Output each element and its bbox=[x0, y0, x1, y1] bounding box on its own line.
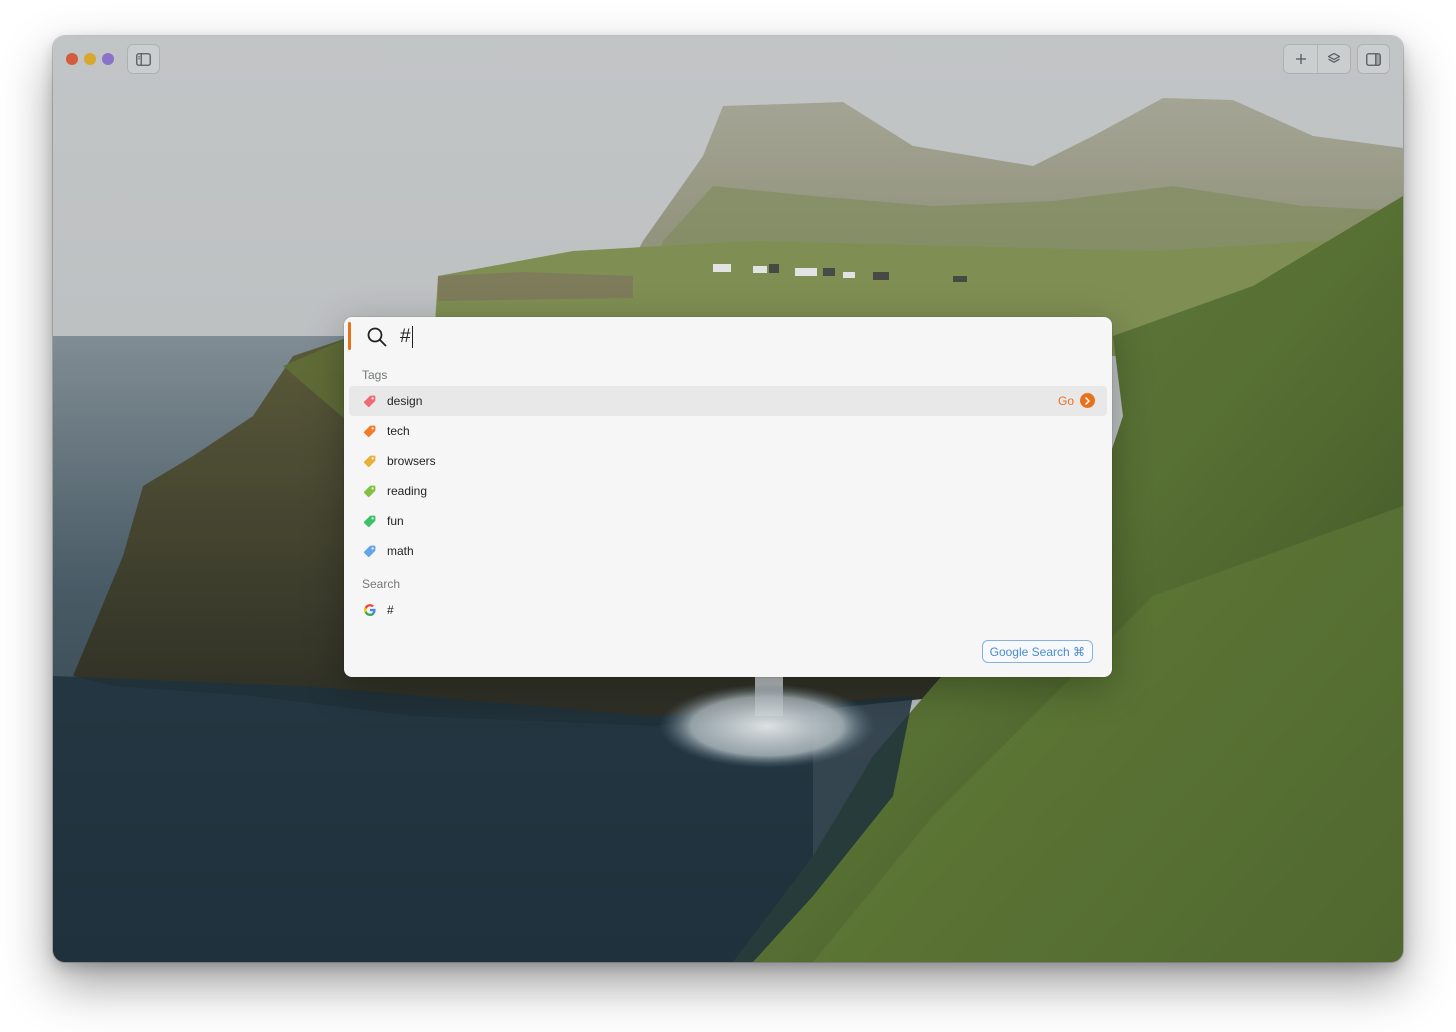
search-icon bbox=[367, 327, 387, 347]
accent-bar bbox=[348, 322, 351, 350]
tag-icon bbox=[363, 485, 376, 498]
maximize-window-button[interactable] bbox=[102, 53, 114, 65]
tag-label: reading bbox=[387, 484, 428, 498]
tag-label: math bbox=[387, 544, 414, 558]
new-tab-button[interactable] bbox=[1284, 45, 1317, 73]
toggle-right-sidebar-button[interactable] bbox=[1357, 44, 1390, 74]
minimize-window-button[interactable] bbox=[84, 53, 96, 65]
plus-icon bbox=[1295, 54, 1306, 64]
tag-label: fun bbox=[387, 514, 404, 528]
chevron-right-icon bbox=[1080, 393, 1095, 408]
go-label: Go bbox=[1057, 393, 1074, 408]
search-result-row[interactable]: # bbox=[349, 595, 1107, 625]
tag-row-browsers[interactable]: browsers bbox=[349, 446, 1107, 476]
command-palette: # Tags design Go tech browsers reading fun mat… bbox=[344, 317, 1112, 677]
tag-icon bbox=[363, 425, 376, 438]
close-window-button[interactable] bbox=[66, 53, 78, 65]
text-caret bbox=[411, 326, 413, 348]
toggle-left-sidebar-button[interactable] bbox=[127, 44, 160, 74]
sidebar-left-icon bbox=[136, 52, 151, 66]
window-controls bbox=[66, 53, 114, 65]
browser-window: # Tags design Go tech browsers reading fun mat… bbox=[53, 36, 1403, 962]
google-search-button[interactable]: Google Search ⌘ bbox=[981, 640, 1093, 663]
tag-row-design[interactable]: design Go bbox=[349, 386, 1107, 416]
section-label-tags: Tags bbox=[362, 368, 388, 382]
search-query-text: # bbox=[400, 326, 411, 347]
tag-label: design bbox=[387, 394, 423, 408]
tag-icon bbox=[363, 455, 376, 468]
search-result-label: # bbox=[387, 603, 394, 617]
tag-row-fun[interactable]: fun bbox=[349, 506, 1107, 536]
tag-row-tech[interactable]: tech bbox=[349, 416, 1107, 446]
spaces-button[interactable] bbox=[1317, 45, 1350, 73]
tag-icon bbox=[363, 515, 376, 528]
google-icon bbox=[364, 604, 376, 616]
tag-icon bbox=[363, 395, 376, 408]
palette-search-row: # bbox=[344, 317, 1112, 357]
toolbar-button-group bbox=[1283, 44, 1351, 74]
tag-label: tech bbox=[387, 424, 410, 438]
section-label-search: Search bbox=[362, 577, 401, 591]
palette-search-input[interactable]: # bbox=[400, 323, 413, 351]
tag-row-math[interactable]: math bbox=[349, 536, 1107, 566]
layers-icon bbox=[1327, 52, 1341, 63]
tag-label: browsers bbox=[387, 454, 436, 468]
tag-row-reading[interactable]: reading bbox=[349, 476, 1107, 506]
tag-icon bbox=[363, 545, 376, 558]
go-action[interactable]: Go bbox=[1058, 393, 1095, 408]
sidebar-right-icon bbox=[1366, 52, 1381, 66]
